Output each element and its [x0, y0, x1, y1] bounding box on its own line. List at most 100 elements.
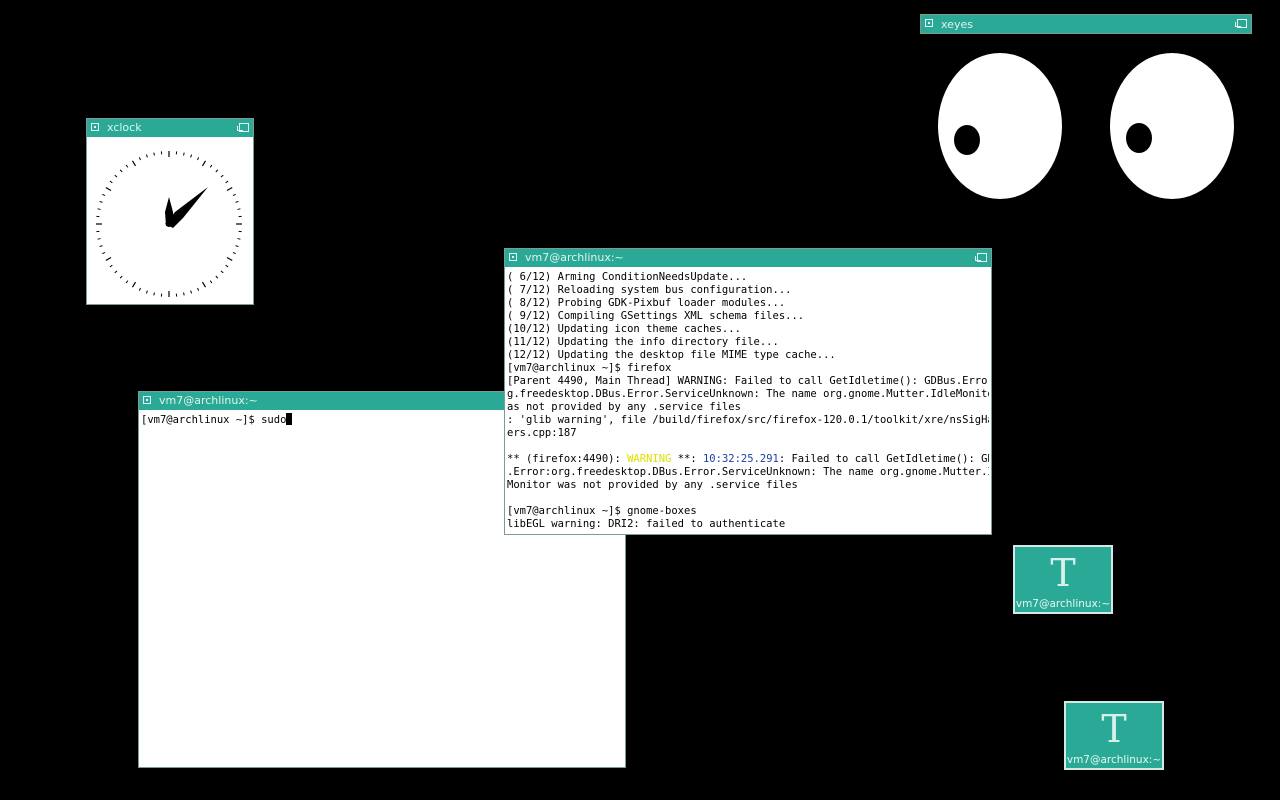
clock-tick — [201, 160, 207, 167]
clock-tick — [220, 174, 224, 178]
clock-tick — [190, 290, 193, 294]
terminal-warning-line: ** (firefox:4490): WARNING **: 10:32:25.… — [507, 453, 989, 466]
iconified-terminal-2[interactable]: T vm7@archlinux:~ — [1064, 701, 1164, 770]
clock-tick — [225, 180, 229, 184]
terminal-line: [vm7@archlinux ~]$ firefox — [507, 362, 672, 374]
right-eye — [1110, 53, 1234, 199]
clock-center — [166, 221, 172, 227]
warning-message: : Failed to call GetIdletime(): GDBus — [778, 453, 989, 465]
xterm-icon: T — [1101, 707, 1127, 751]
clock-tick — [109, 264, 113, 268]
maximize-icon[interactable] — [237, 123, 249, 132]
window-menu-icon[interactable] — [143, 396, 151, 404]
terminal-line: as not provided by any .service files — [507, 401, 741, 413]
terminal-line: g.freedesktop.DBus.Error.ServiceUnknown:… — [507, 388, 989, 400]
xclock-titlebar[interactable]: xclock — [87, 119, 253, 137]
warning-timestamp: 10:32:25.291 — [702, 453, 779, 465]
iconified-terminal-1[interactable]: T vm7@archlinux:~ — [1013, 545, 1113, 614]
clock-tick — [237, 208, 241, 210]
clock-tick — [97, 208, 101, 210]
clock-tick — [209, 280, 213, 284]
clock-tick — [153, 152, 155, 156]
clock-tick — [190, 154, 193, 158]
clock-tick — [99, 245, 103, 248]
left-pupil — [954, 125, 980, 155]
terminal-line: (11/12) Updating the info directory file… — [507, 336, 779, 348]
terminal-content[interactable]: ( 6/12) Arming ConditionNeedsUpdate... (… — [507, 271, 989, 532]
clock-tick — [119, 275, 123, 279]
clock-tick — [99, 200, 103, 203]
clock-tick — [97, 238, 101, 240]
clock-tick — [232, 193, 236, 196]
terminal-prompt: [vm7@archlinux ~]$ — [141, 414, 262, 426]
clock-tick — [131, 281, 137, 288]
clock-tick — [237, 238, 241, 240]
maximize-icon[interactable] — [975, 253, 987, 262]
terminal-line: (10/12) Updating icon theme caches... — [507, 323, 741, 335]
clock-tick — [226, 256, 233, 262]
clock-tick — [226, 186, 233, 192]
clock-tick — [131, 160, 137, 167]
icon-label: vm7@archlinux:~ — [1066, 754, 1162, 766]
window-title: vm7@archlinux:~ — [159, 394, 258, 407]
clock-tick — [197, 157, 200, 161]
clock-tick — [197, 287, 200, 291]
xterm-icon: T — [1050, 551, 1076, 595]
clock-tick — [138, 287, 141, 291]
clock-tick — [145, 154, 148, 158]
terminal-window-front[interactable]: vm7@archlinux:~ ( 6/12) Arming Condition… — [504, 248, 992, 535]
eyes — [938, 53, 1234, 199]
clock-tick — [183, 152, 185, 156]
clock-tick — [183, 292, 185, 296]
terminal-line: libEGL warning: DRI2: failed to authenti… — [507, 518, 786, 530]
clock-tick — [138, 157, 141, 161]
clock-tick — [125, 164, 129, 168]
warning-label: WARNING — [627, 453, 672, 465]
terminal-line: ( 8/12) Probing GDK-Pixbuf loader module… — [507, 297, 786, 309]
terminal-line: ( 6/12) Arming ConditionNeedsUpdate... — [507, 271, 748, 283]
xclock-window[interactable]: xclock — [86, 118, 254, 305]
clock-tick — [105, 186, 112, 192]
terminal-line: ers.cpp:187 — [507, 427, 577, 439]
clock-tick — [215, 275, 219, 279]
terminal-line: .Error:org.freedesktop.DBus.Error.Servic… — [507, 466, 989, 478]
window-menu-icon[interactable] — [91, 123, 99, 131]
xeyes-titlebar[interactable]: xeyes — [920, 14, 1252, 34]
clock-tick — [215, 169, 219, 173]
clock-tick — [220, 270, 224, 274]
terminal-line: : 'glib warning', file /build/firefox/sr… — [507, 414, 989, 426]
clock-tick — [105, 256, 112, 262]
warning-prefix: ** (firefox:4490): — [507, 453, 628, 465]
terminal-titlebar[interactable]: vm7@archlinux:~ — [505, 249, 991, 267]
text-cursor — [286, 413, 293, 425]
clock-tick — [119, 169, 123, 173]
terminal-line: (12/12) Updating the desktop file MIME t… — [507, 349, 836, 361]
clock-tick — [145, 290, 148, 294]
warning-sep: **: — [671, 453, 703, 465]
xeyes-window[interactable]: xeyes — [920, 14, 1252, 204]
window-menu-icon[interactable] — [509, 253, 517, 261]
clock-tick — [114, 270, 118, 274]
clock-tick — [114, 174, 118, 178]
window-title: vm7@archlinux:~ — [525, 251, 624, 264]
clock-tick — [209, 164, 213, 168]
terminal-input[interactable]: sudo — [261, 414, 286, 426]
clock-tick — [125, 280, 129, 284]
clock-tick — [235, 245, 239, 248]
clock-tick — [201, 281, 207, 288]
clock-tick — [225, 264, 229, 268]
clock-tick — [102, 193, 106, 196]
window-menu-icon[interactable] — [925, 19, 933, 27]
window-title: xeyes — [941, 18, 973, 31]
clock-tick — [109, 180, 113, 184]
right-pupil — [1126, 123, 1152, 153]
clock-face — [96, 151, 242, 297]
clock-tick — [235, 200, 239, 203]
terminal-line: [Parent 4490, Main Thread] WARNING: Fail… — [507, 375, 989, 387]
terminal-line: ( 7/12) Reloading system bus configurati… — [507, 284, 792, 296]
terminal-line: Monitor was not provided by any .service… — [507, 479, 798, 491]
maximize-icon[interactable] — [1235, 19, 1247, 28]
clock-tick — [232, 252, 236, 255]
